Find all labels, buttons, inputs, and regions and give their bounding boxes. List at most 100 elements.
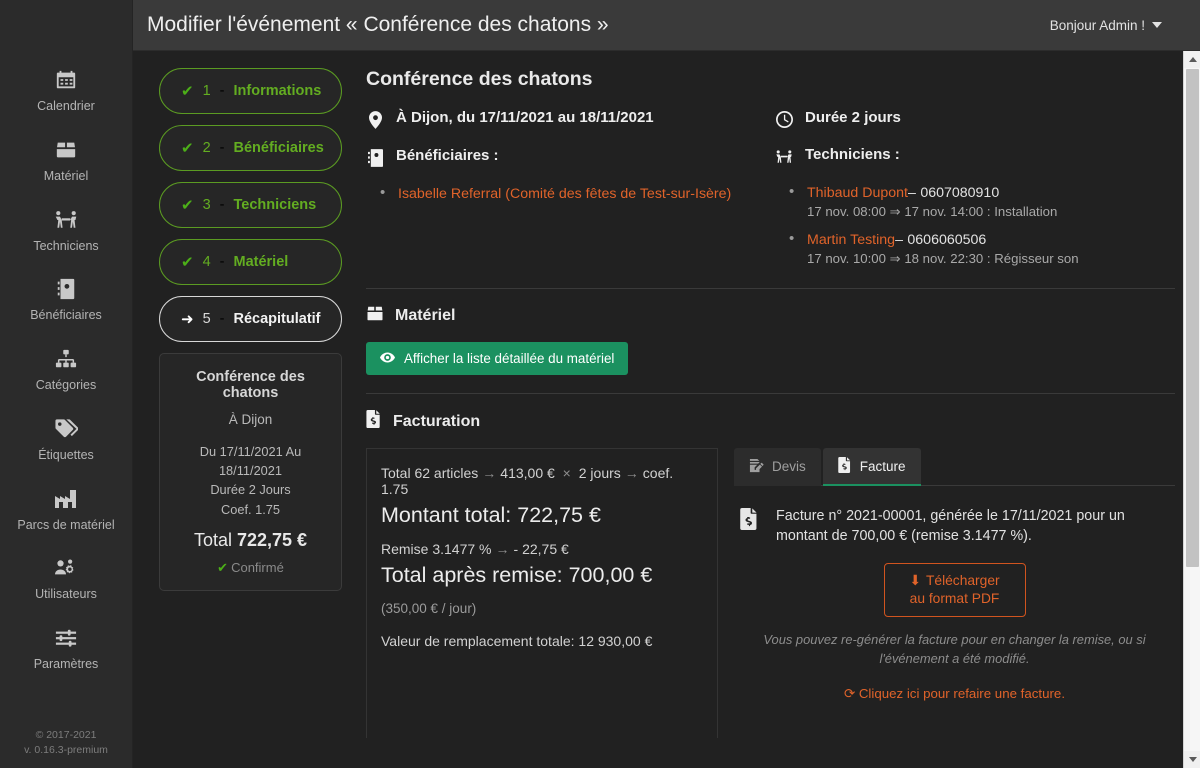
step-number: 2 bbox=[202, 140, 211, 156]
step-separator: - bbox=[219, 254, 225, 270]
sidebar-item-parametres[interactable]: Paramètres bbox=[0, 613, 132, 683]
billing-discount-value: - 22,75 € bbox=[513, 541, 569, 557]
vertical-scrollbar[interactable] bbox=[1183, 51, 1200, 768]
sidebar-item-materiel[interactable]: Matériel bbox=[0, 125, 132, 195]
invoice-body: Facture n° 2021-00001, générée le 17/11/… bbox=[734, 486, 1175, 702]
step-label: Récapitulatif bbox=[233, 311, 321, 327]
sidebar-item-etiquettes[interactable]: Étiquettes bbox=[0, 404, 132, 474]
sidebar-item-label: Matériel bbox=[43, 168, 89, 183]
event-duration-text: Durée 2 jours bbox=[805, 109, 901, 126]
status-badge: ✔ Confirmé bbox=[170, 560, 331, 576]
billing-after-discount: Total après remise: 700,00 € bbox=[381, 563, 653, 587]
technician-schedule: 17 nov. 10:00 ⇒ 18 nov. 22:30 : Régisseu… bbox=[807, 251, 1079, 266]
sidebar-item-label: Calendrier bbox=[37, 99, 95, 113]
step-label: Bénéficiaires bbox=[233, 140, 324, 156]
step-number: 1 bbox=[202, 83, 211, 99]
address-book-icon bbox=[53, 276, 79, 302]
billing-discount-line: Remise 3.1477 % → - 22,75 € bbox=[381, 541, 703, 557]
billing-discount-label: Remise 3.1477 % bbox=[381, 541, 492, 557]
download-pdf-label: Télécharger au format PDF bbox=[909, 572, 1000, 606]
beneficiaries-heading: Bénéficiaires : bbox=[396, 147, 499, 164]
invoice-file-icon bbox=[838, 457, 852, 476]
beneficiary-link[interactable]: Isabelle Referral (Comité des fêtes de T… bbox=[398, 186, 731, 202]
technician-link[interactable]: Martin Testing bbox=[807, 232, 895, 248]
event-info-right: Durée 2 jours Techniciens : • Thibaud Du… bbox=[761, 109, 1180, 278]
sidebar-item-parcs-de-materiel[interactable]: Parcs de matériel bbox=[0, 474, 132, 544]
sidebar-item-label: Parcs de matériel bbox=[17, 517, 115, 532]
divider bbox=[366, 393, 1175, 394]
material-heading-label: Matériel bbox=[395, 307, 456, 324]
user-menu[interactable]: Bonjour Admin ! bbox=[1050, 18, 1184, 33]
step-separator: - bbox=[219, 311, 225, 327]
billing-section-heading: Facturation bbox=[366, 410, 1180, 433]
step-number: 5 bbox=[202, 311, 211, 327]
summary-total-prefix: Total bbox=[193, 529, 232, 550]
arrow-right-icon: → bbox=[482, 465, 497, 481]
arrow-right-icon: ➜ bbox=[181, 311, 194, 328]
sidebar-item-categories[interactable]: Catégories bbox=[0, 334, 132, 404]
tab-devis-label: Devis bbox=[772, 459, 806, 474]
sidebar: Calendrier Matériel Techniciens Bénéfici… bbox=[0, 0, 133, 768]
technicians-heading-row: Techniciens : bbox=[775, 146, 1180, 166]
download-icon: ⬇ bbox=[909, 572, 921, 588]
list-item: Martin Testing– 0606060506 17 nov. 10:00… bbox=[789, 230, 1180, 267]
chevron-down-icon bbox=[1152, 22, 1162, 28]
sidebar-item-label: Utilisateurs bbox=[35, 587, 97, 602]
box-icon bbox=[366, 305, 384, 327]
scroll-up-arrow-icon[interactable] bbox=[1184, 51, 1200, 68]
people-carry-icon bbox=[53, 207, 79, 233]
billing-replacement-value: Valeur de remplacement totale: 12 930,00… bbox=[381, 633, 653, 649]
sidebar-item-calendrier[interactable]: Calendrier bbox=[0, 55, 132, 125]
invoice-description: Facture n° 2021-00001, générée le 17/11/… bbox=[776, 508, 1125, 545]
step-separator: - bbox=[219, 197, 225, 213]
technician-phone: 0607080910 bbox=[920, 185, 1000, 201]
step-beneficiaires[interactable]: ✔ 2 - Bénéficiaires bbox=[159, 125, 342, 171]
sidebar-item-techniciens[interactable]: Techniciens bbox=[0, 195, 132, 265]
billing-section: Total 62 articles → 413,00 € × 2 jours → coe… bbox=[361, 448, 1180, 738]
sidebar-item-label: Paramètres bbox=[33, 657, 99, 671]
app-logo bbox=[0, 0, 132, 50]
footer-copyright: © 2017-2021 bbox=[35, 728, 97, 741]
billing-days: 2 jours bbox=[578, 465, 621, 481]
technician-dash: – bbox=[907, 185, 916, 201]
arrow-right-icon: → bbox=[495, 541, 510, 557]
technician-link[interactable]: Thibaud Dupont bbox=[807, 185, 908, 201]
sidebar-nav: Calendrier Matériel Techniciens Bénéfici… bbox=[0, 50, 132, 683]
technician-main: Thibaud Dupont– 0607080910 bbox=[807, 184, 1180, 202]
footer-version: v. 0.16.3-premium bbox=[24, 743, 108, 756]
list-item: Isabelle Referral (Comité des fêtes de T… bbox=[380, 184, 761, 203]
sidebar-item-beneficiaires[interactable]: Bénéficiaires bbox=[0, 264, 132, 334]
check-icon: ✔ bbox=[181, 254, 194, 271]
regenerate-invoice-link[interactable]: ⟳ Cliquez ici pour refaire une facture. bbox=[740, 686, 1169, 702]
billing-heading-label: Facturation bbox=[393, 412, 481, 430]
billing-per-day: (350,00 € / jour) bbox=[381, 601, 477, 616]
beneficiaries-list: Isabelle Referral (Comité des fêtes de T… bbox=[380, 184, 761, 203]
billing-totals: Total 62 articles → 413,00 € × 2 jours → coe… bbox=[366, 448, 718, 738]
sitemap-icon bbox=[53, 346, 79, 372]
content-scroll-region: ✔ 1 - Informations ✔ 2 - Bénéficiaires ✔… bbox=[133, 51, 1200, 768]
times-icon: × bbox=[562, 465, 571, 481]
invoice-panel: Devis Facture Facture n° 2021-00001, gén… bbox=[718, 448, 1180, 738]
tab-facture-label: Facture bbox=[859, 459, 906, 474]
step-techniciens[interactable]: ✔ 3 - Techniciens bbox=[159, 182, 342, 228]
download-pdf-button[interactable]: ⬇ Télécharger au format PDF bbox=[883, 562, 1026, 617]
step-materiel[interactable]: ✔ 4 - Matériel bbox=[159, 239, 342, 285]
calendar-icon bbox=[53, 67, 79, 93]
step-informations[interactable]: ✔ 1 - Informations bbox=[159, 68, 342, 114]
tab-devis[interactable]: Devis bbox=[734, 448, 821, 486]
refresh-icon: ⟳ bbox=[843, 686, 859, 702]
tab-facture[interactable]: Facture bbox=[822, 448, 921, 486]
material-section-heading: Matériel bbox=[366, 305, 1180, 327]
step-recapitulatif[interactable]: ➜ 5 - Récapitulatif bbox=[159, 296, 342, 342]
sidebar-item-utilisateurs[interactable]: Utilisateurs bbox=[0, 543, 132, 613]
scrollbar-thumb[interactable] bbox=[1186, 69, 1199, 567]
tags-icon bbox=[53, 416, 79, 442]
event-info-left: À Dijon, du 17/11/2021 au 18/11/2021 Bén… bbox=[361, 109, 761, 278]
scroll-down-arrow-icon[interactable] bbox=[1184, 751, 1200, 768]
billing-breakdown-line: Total 62 articles → 413,00 € × 2 jours → coe… bbox=[381, 465, 703, 497]
topbar: Modifier l'événement « Conférence des ch… bbox=[133, 0, 1200, 51]
app-root: Calendrier Matériel Techniciens Bénéfici… bbox=[0, 0, 1200, 768]
check-icon: ✔ bbox=[181, 83, 194, 100]
clock-icon bbox=[775, 109, 793, 128]
show-material-list-button[interactable]: Afficher la liste détaillée du matériel bbox=[366, 342, 629, 375]
